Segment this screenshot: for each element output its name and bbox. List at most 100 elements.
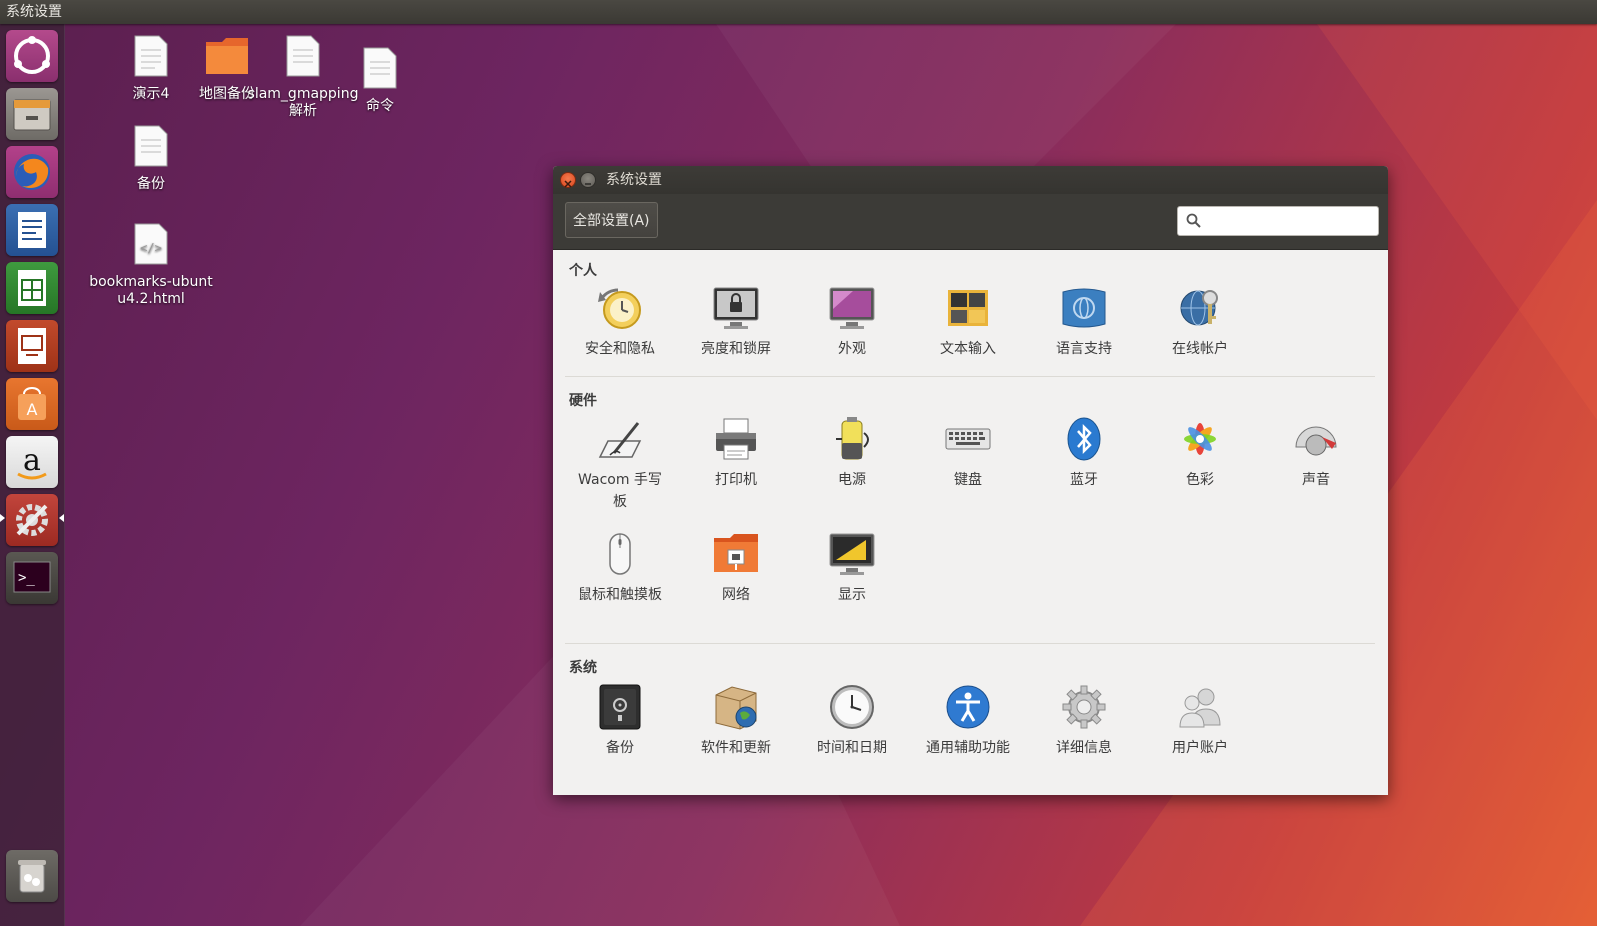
libreoffice-calc-icon[interactable] [6,262,58,314]
tile-power[interactable]: 电源 [794,415,910,491]
all-settings-button[interactable]: 全部设置(A) [565,202,658,238]
close-icon [564,180,572,188]
tile-displays[interactable]: 显示 [794,530,910,606]
language-support-icon [1062,288,1106,328]
users-icon [1179,688,1221,728]
tile-printers[interactable]: 打印机 [678,415,794,491]
libreoffice-impress-icon[interactable] [6,320,58,372]
launcher: A a >_ [0,24,65,926]
tile-label: 备份 [606,740,634,756]
tile-label: 亮度和锁屏 [701,341,771,357]
tile-wacom-tablet[interactable]: Wacom 手写板 [562,415,678,513]
section-title-hardware: 硬件 [569,393,597,409]
tile-label: 色彩 [1186,472,1214,488]
tile-software-updates[interactable]: 软件和更新 [678,683,794,759]
tile-label: 时间和日期 [817,740,887,756]
desktop-file-mingling[interactable]: 命令 [343,46,417,115]
libreoffice-writer-icon[interactable] [6,204,58,256]
terminal-icon[interactable]: >_ [6,552,58,604]
launcher-focus-indicator [59,514,64,522]
svg-text:>_: >_ [18,570,35,586]
desktop-icon-label: 演示4 [132,86,170,102]
desktop-file-bookmarks[interactable]: </> bookmarks-ubuntu4.2.html [85,222,217,308]
tile-security-privacy[interactable]: 安全和隐私 [562,284,678,360]
section-divider [565,376,1375,377]
document-icon [286,35,320,77]
color-icon [1184,423,1216,455]
appearance-icon [829,287,875,329]
tile-label: 语言支持 [1056,341,1112,357]
html-file-icon: </> [134,223,168,265]
online-accounts-icon [1180,290,1218,326]
display-icon [829,533,875,575]
files-icon[interactable] [6,88,58,140]
backup-safe-icon [599,684,641,730]
bluetooth-icon [1067,417,1101,461]
brightness-lock-icon [713,287,759,329]
desktop-file-beifen[interactable]: 备份 [112,124,190,193]
tile-universal-access[interactable]: 通用辅助功能 [910,683,1026,759]
tile-label: 用户账户 [1172,740,1228,756]
tile-label: 网络 [722,587,750,603]
close-button[interactable] [560,172,576,188]
tile-label: 显示 [838,587,866,603]
tile-online-accounts[interactable]: 在线帐户 [1142,284,1258,360]
tile-language-support[interactable]: 语言支持 [1026,284,1142,360]
svg-text:</>: </> [140,241,162,255]
tile-label: 软件和更新 [701,740,771,756]
settings-content: 个人 安全和隐私 亮度和锁屏 外观 文本输入 语言支持 在线帐户 硬件 Waco… [553,250,1388,795]
mouse-icon [609,533,631,575]
tile-brightness-lock[interactable]: 亮度和锁屏 [678,284,794,360]
tile-label: 文本输入 [940,341,996,357]
search-icon [1186,213,1201,228]
svg-text:A: A [27,400,38,419]
tile-bluetooth[interactable]: 蓝牙 [1026,415,1142,491]
accessibility-icon [946,685,990,729]
active-window-title: 系统设置 [6,4,62,20]
search-input[interactable] [1206,210,1378,234]
printer-icon [716,418,756,460]
wacom-tablet-icon [598,422,642,458]
desktop-icon-label: 命令 [366,98,394,114]
window-title: 系统设置 [606,172,662,188]
document-icon [363,47,397,89]
tile-time-date[interactable]: 时间和日期 [794,683,910,759]
tile-text-entry[interactable]: 文本输入 [910,284,1026,360]
tile-details[interactable]: 详细信息 [1026,683,1142,759]
system-settings-icon[interactable] [6,494,58,546]
tile-sound[interactable]: 声音 [1258,415,1374,491]
tile-color[interactable]: 色彩 [1142,415,1258,491]
minimize-button[interactable] [580,172,596,188]
tile-keyboard[interactable]: 键盘 [910,415,1026,491]
software-center-icon[interactable]: A [6,378,58,430]
desktop-icon-label: bookmarks-ubuntu4.2.html [89,274,213,307]
section-title-personal: 个人 [569,263,597,279]
amazon-icon[interactable]: a [6,436,58,488]
tile-label: 电源 [838,472,866,488]
tile-label: 声音 [1302,472,1330,488]
document-icon [134,125,168,167]
tile-mouse-touchpad[interactable]: 鼠标和触摸板 [562,530,678,606]
tile-appearance[interactable]: 外观 [794,284,910,360]
trash-icon[interactable] [6,850,58,902]
window-titlebar[interactable]: 系统设置 [553,166,1388,194]
tile-label: 外观 [838,341,866,357]
top-panel: 系统设置 [0,0,1597,24]
tile-backup[interactable]: 备份 [562,683,678,759]
firefox-icon[interactable] [6,146,58,198]
tile-network[interactable]: 网络 [678,530,794,606]
search-box[interactable] [1177,206,1379,236]
tile-user-accounts[interactable]: 用户账户 [1142,683,1258,759]
text-entry-icon [948,290,988,326]
section-divider [565,643,1375,644]
ubuntu-dash-icon[interactable] [6,30,58,82]
tile-label: 打印机 [715,472,757,488]
sound-icon [1295,426,1337,456]
power-icon [836,417,869,460]
tile-label: Wacom 手写板 [578,472,662,510]
document-icon [134,35,168,77]
section-title-system: 系统 [569,660,597,676]
launcher-active-indicator [0,514,5,522]
keyboard-icon [945,428,991,450]
desktop-file-yanshi4[interactable]: 演示4 [112,34,190,103]
